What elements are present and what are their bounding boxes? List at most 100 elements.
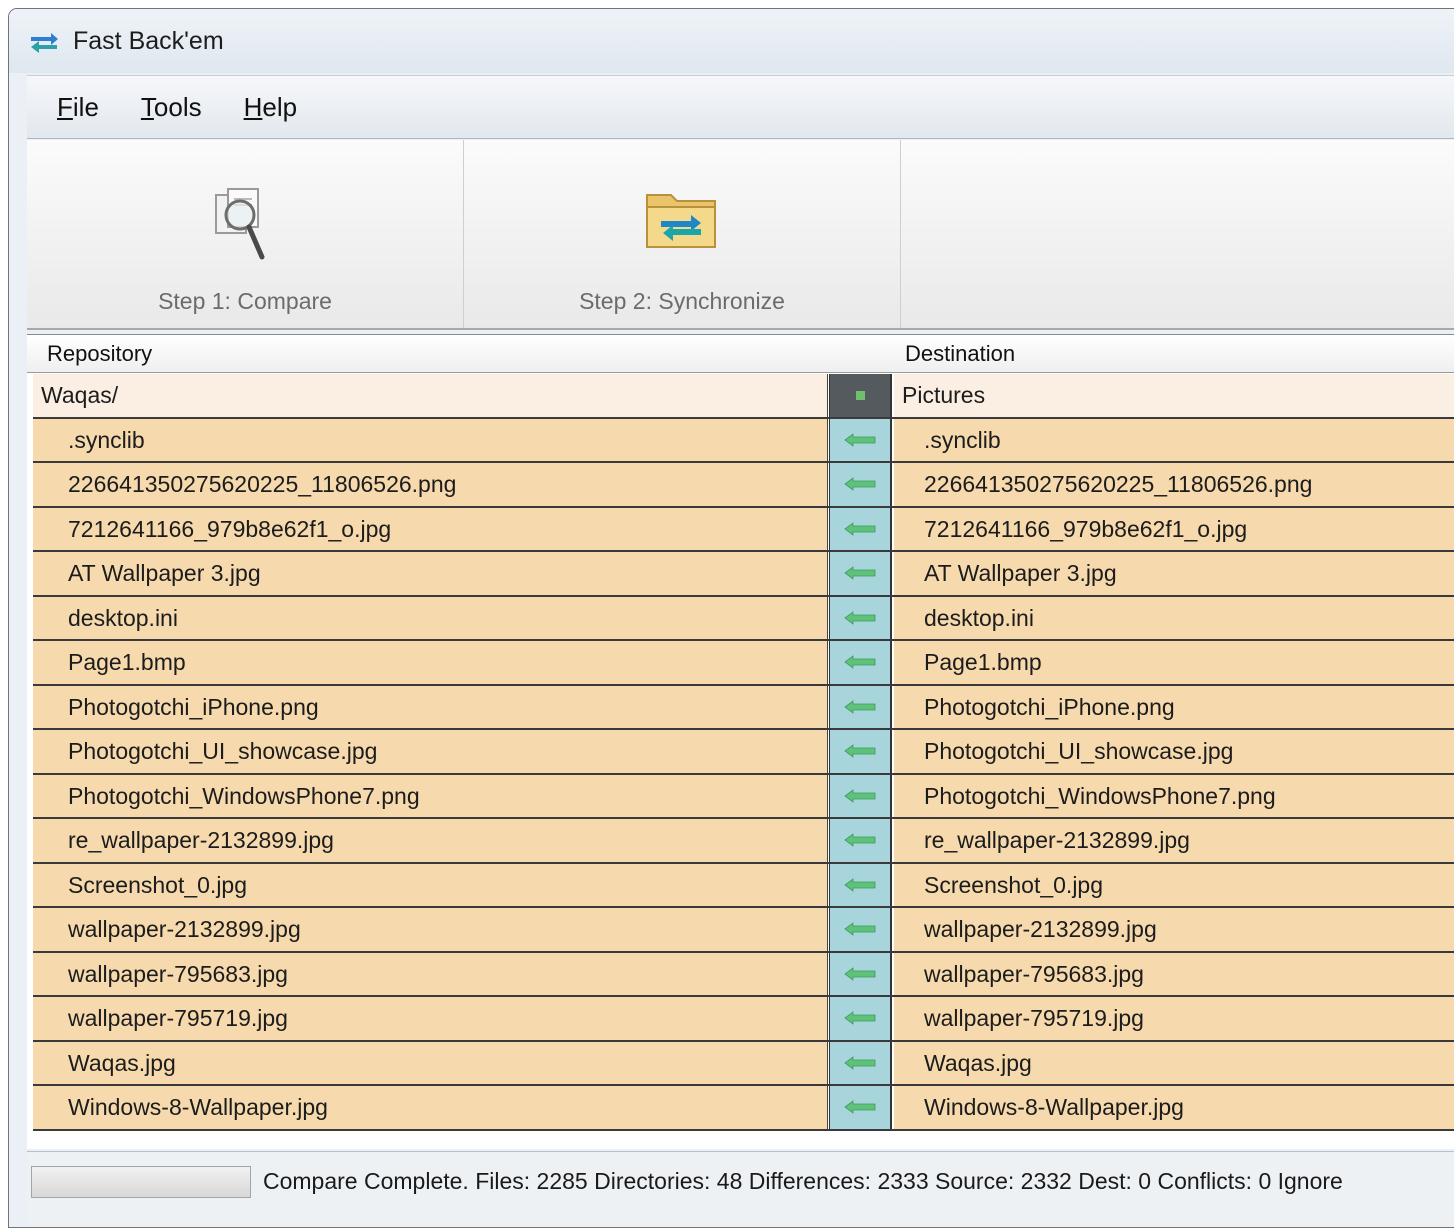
sync-arrows-icon — [31, 33, 58, 53]
repository-file-cell: re_wallpaper-2132899.jpg — [33, 819, 828, 862]
arrow-left-icon — [844, 699, 876, 714]
repository-file-cell: wallpaper-795683.jpg — [33, 952, 828, 995]
repository-root-cell: Waqas/ — [33, 374, 828, 417]
repository-file-cell: Screenshot_0.jpg — [33, 863, 828, 906]
destination-file-cell: wallpaper-795683.jpg — [894, 952, 1454, 995]
synchronize-button[interactable]: Step 2: Synchronize — [464, 140, 901, 328]
repository-column-header[interactable]: Repository — [47, 341, 152, 367]
table-row[interactable]: Photogotchi_WindowsPhone7.png Photogotchi… — [33, 774, 1454, 819]
arrow-left-icon — [844, 744, 876, 759]
table-row[interactable]: Photogotchi_UI_showcase.jpg Photogotchi_U… — [33, 730, 1454, 775]
arrow-left-icon — [844, 610, 876, 625]
destination-file-cell: wallpaper-2132899.jpg — [894, 908, 1454, 951]
menu-bar: File Tools Help — [27, 75, 1454, 139]
arrow-left-icon — [844, 432, 876, 447]
repository-file-cell: Page1.bmp — [33, 641, 828, 684]
sync-direction-cell[interactable] — [829, 596, 892, 639]
sync-direction-cell[interactable] — [829, 463, 892, 506]
arrow-left-icon — [844, 833, 876, 848]
comparison-grid[interactable]: Repository Destination Waqas/ Pictures .… — [27, 334, 1454, 1149]
destination-file-cell: 7212641166_979b8e62f1_o.jpg — [894, 507, 1454, 550]
repository-file-cell: Windows-8-Wallpaper.jpg — [33, 1086, 828, 1129]
repository-file-cell: 7212641166_979b8e62f1_o.jpg — [33, 507, 828, 550]
sync-direction-cell[interactable] — [829, 552, 892, 595]
sync-direction-cell[interactable] — [829, 1086, 892, 1129]
sync-direction-cell[interactable] — [829, 418, 892, 461]
table-row[interactable]: 7212641166_979b8e62f1_o.jpg 7212641166_97… — [33, 507, 1454, 552]
sync-direction-cell[interactable] — [829, 819, 892, 862]
table-row[interactable]: Page1.bmp Page1.bmp — [33, 641, 1454, 686]
repository-file-cell: Photogotchi_WindowsPhone7.png — [33, 774, 828, 817]
table-row[interactable]: Photogotchi_iPhone.png Photogotchi_iPhone… — [33, 685, 1454, 730]
sync-direction-cell[interactable] — [829, 730, 892, 773]
grid-header: Repository Destination — [27, 335, 1454, 373]
destination-column-header[interactable]: Destination — [905, 341, 1015, 367]
sync-folder-icon — [646, 194, 716, 248]
sync-direction-cell[interactable] — [829, 641, 892, 684]
destination-file-cell: Screenshot_0.jpg — [894, 863, 1454, 906]
app-window: Fast Back'em File Tools Help Step 1: Com… — [8, 8, 1454, 1228]
destination-file-cell: AT Wallpaper 3.jpg — [894, 552, 1454, 595]
table-row[interactable]: .synclib .synclib — [33, 418, 1454, 463]
table-row[interactable]: wallpaper-2132899.jpg wallpaper-2132899.j… — [33, 908, 1454, 953]
table-row[interactable]: desktop.ini desktop.ini — [33, 596, 1454, 641]
root-row[interactable]: Waqas/ Pictures — [33, 374, 1454, 419]
destination-file-cell: Waqas.jpg — [894, 1041, 1454, 1084]
arrow-left-icon — [844, 788, 876, 803]
compare-button-label: Step 1: Compare — [158, 288, 332, 314]
repository-file-cell: wallpaper-795719.jpg — [33, 997, 828, 1040]
status-text: Compare Complete. Files: 2285 Directorie… — [263, 1168, 1343, 1194]
sync-direction-cell[interactable] — [829, 997, 892, 1040]
sync-direction-cell[interactable] — [829, 685, 892, 728]
synchronize-button-label: Step 2: Synchronize — [579, 288, 785, 314]
menu-help[interactable]: Help — [244, 92, 297, 123]
repository-file-cell: wallpaper-2132899.jpg — [33, 908, 828, 951]
toolbar: Step 1: Compare Step 2: Synchronize — [27, 140, 1454, 330]
title-bar: Fast Back'em — [9, 9, 1454, 73]
menu-tools-accel: T — [140, 91, 154, 122]
progress-bar — [31, 1166, 251, 1198]
root-direction-cell[interactable] — [829, 374, 892, 417]
status-bar: Compare Complete. Files: 2285 Directorie… — [27, 1151, 1454, 1227]
table-row[interactable]: Waqas.jpg Waqas.jpg — [33, 1041, 1454, 1086]
table-row[interactable]: Screenshot_0.jpg Screenshot_0.jpg — [33, 863, 1454, 908]
menu-file[interactable]: File — [57, 92, 99, 123]
arrow-left-icon — [844, 477, 876, 492]
table-row[interactable]: 226641350275620225_11806526.png 226641350… — [33, 463, 1454, 508]
sync-direction-cell[interactable] — [829, 507, 892, 550]
arrow-left-icon — [844, 521, 876, 536]
menu-tools[interactable]: Tools — [141, 92, 202, 123]
grid-rows: Waqas/ Pictures .synclib .synclib 22664135… — [33, 374, 1454, 1131]
menu-file-accel: F — [57, 91, 73, 122]
sync-direction-cell[interactable] — [829, 1041, 892, 1084]
repository-file-cell: .synclib — [33, 418, 828, 461]
table-row[interactable]: wallpaper-795683.jpg wallpaper-795683.jpg — [33, 952, 1454, 997]
arrow-left-icon — [844, 1011, 876, 1026]
destination-file-cell: wallpaper-795719.jpg — [894, 997, 1454, 1040]
menu-tools-label: ools — [153, 91, 202, 122]
destination-file-cell: desktop.ini — [894, 596, 1454, 639]
sync-direction-cell[interactable] — [829, 908, 892, 951]
repository-file-cell: 226641350275620225_11806526.png — [33, 463, 828, 506]
arrow-left-icon — [844, 922, 876, 937]
table-row[interactable]: wallpaper-795719.jpg wallpaper-795719.jpg — [33, 997, 1454, 1042]
destination-file-cell: Photogotchi_iPhone.png — [894, 685, 1454, 728]
sync-direction-cell[interactable] — [829, 774, 892, 817]
status-dot-icon — [855, 390, 865, 400]
arrow-left-icon — [844, 1055, 876, 1070]
sync-direction-cell[interactable] — [829, 863, 892, 906]
menu-help-accel: H — [243, 91, 263, 122]
table-row[interactable]: AT Wallpaper 3.jpg AT Wallpaper 3.jpg — [33, 552, 1454, 597]
arrow-left-icon — [844, 966, 876, 981]
table-row[interactable]: Windows-8-Wallpaper.jpg Windows-8-Wallpap… — [33, 1086, 1454, 1131]
table-row[interactable]: re_wallpaper-2132899.jpg re_wallpaper-213… — [33, 819, 1454, 864]
sync-direction-cell[interactable] — [829, 952, 892, 995]
repository-file-cell: desktop.ini — [33, 596, 828, 639]
repository-file-cell: Waqas.jpg — [33, 1041, 828, 1084]
repository-file-cell: Photogotchi_iPhone.png — [33, 685, 828, 728]
repository-file-cell: Photogotchi_UI_showcase.jpg — [33, 730, 828, 773]
arrow-left-icon — [844, 1100, 876, 1115]
compare-button[interactable]: Step 1: Compare — [27, 140, 464, 328]
destination-file-cell: .synclib — [894, 418, 1454, 461]
destination-file-cell: re_wallpaper-2132899.jpg — [894, 819, 1454, 862]
